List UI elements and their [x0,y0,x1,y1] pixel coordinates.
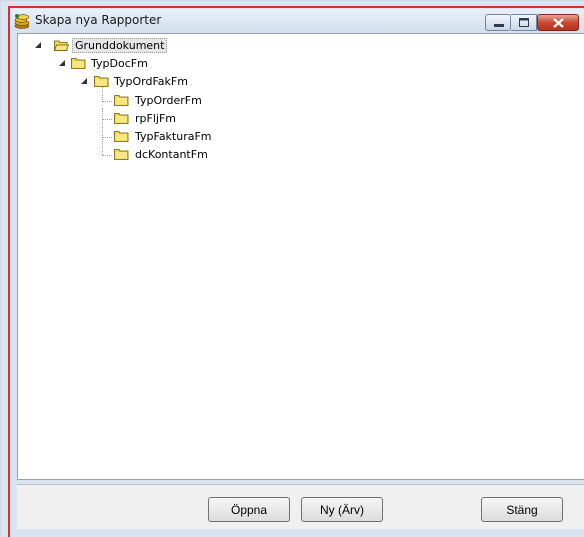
tree-item-label: TypOrderFm [135,94,202,107]
tree-line [102,101,112,102]
close-window-button[interactable] [537,14,579,31]
tree-line [102,155,112,156]
folder-icon [71,58,86,69]
tree-item-label: rpFljFm [135,112,176,125]
close-button[interactable]: Stäng [481,497,563,522]
tree-item-rpfljfm[interactable]: rpFljFm [114,111,234,127]
tree-item-typorderfm[interactable]: TypOrderFm [114,93,234,109]
window-border [8,6,584,8]
folder-icon [114,113,129,124]
tree-item-typdocfm[interactable]: TypDocFm [58,56,178,72]
tree-line [102,137,112,138]
close-icon [553,18,564,28]
button-bar: Öppna Ny (Ärv) Stäng [17,484,584,529]
open-folder-icon [54,40,69,51]
new-inherit-button[interactable]: Ny (Ärv) [301,497,383,522]
expanded-arrow-icon[interactable] [34,41,42,49]
folder-icon [114,95,129,106]
maximize-icon [519,18,529,27]
window-title: Skapa nya Rapporter [35,13,162,27]
folder-icon [114,131,129,142]
tree-item-label: dcKontantFm [135,148,208,161]
tree-item-label: TypDocFm [91,57,148,70]
tree-line [102,119,112,120]
tree-item-dckontantfm[interactable]: dcKontantFm [114,147,234,163]
tree-item-grunddokument[interactable]: Grunddokument [34,38,174,54]
minimize-button[interactable] [485,14,511,31]
expanded-arrow-icon[interactable] [80,77,88,85]
tree-item-label: Grunddokument [72,38,168,53]
tree-panel[interactable]: Grunddokument TypDocFm TypOrdFakFm TypOr… [17,33,584,480]
expanded-arrow-icon[interactable] [58,59,66,67]
maximize-button[interactable] [511,14,537,31]
folder-icon [94,76,109,87]
tree-line [102,108,103,154]
report-window: Skapa nya Rapporter Grunddokument TypDoc… [0,0,584,537]
open-button[interactable]: Öppna [208,497,290,522]
title-bar[interactable]: Skapa nya Rapporter [11,9,584,33]
tree-item-typordfakfm[interactable]: TypOrdFakFm [80,74,210,90]
window-border [8,6,10,537]
tree-item-label: TypFakturaFm [135,130,212,143]
tree-item-typfakturafm[interactable]: TypFakturaFm [114,129,234,145]
coins-icon [14,14,30,29]
minimize-icon [494,24,504,27]
tree-item-label: TypOrdFakFm [114,75,188,88]
folder-icon [114,149,129,160]
